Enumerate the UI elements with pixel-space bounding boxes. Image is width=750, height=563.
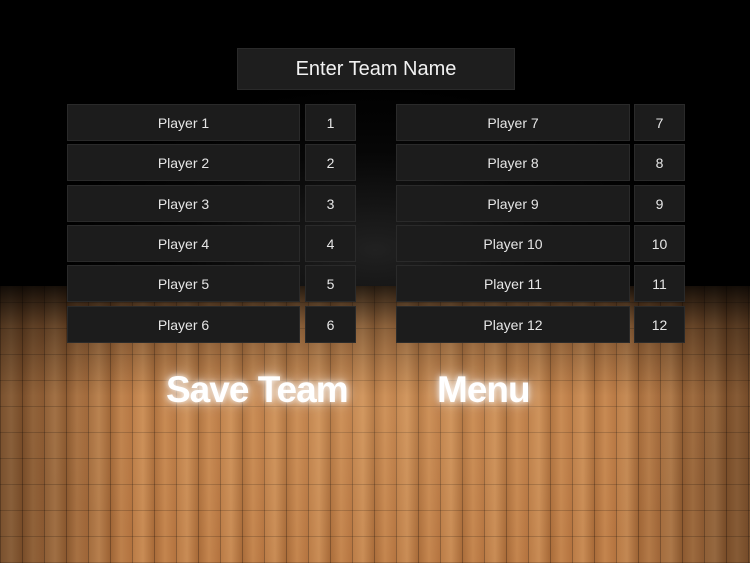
player-number-field[interactable]: 2 xyxy=(305,144,356,181)
player-number-placeholder: 12 xyxy=(651,316,668,333)
player-number-placeholder: 5 xyxy=(326,275,335,292)
team-editor-screen: Enter Team Name Player 1 1 Player 2 2 Player… xyxy=(0,0,750,563)
player-number-placeholder: 8 xyxy=(655,154,664,171)
player-number-field[interactable]: 3 xyxy=(305,185,356,222)
player-name-field[interactable]: Player 4 xyxy=(67,225,300,262)
player-name-placeholder: Player 6 xyxy=(157,316,210,333)
player-number-field[interactable]: 1 xyxy=(305,104,356,141)
player-number-placeholder: 3 xyxy=(326,195,335,212)
player-name-field[interactable]: Player 5 xyxy=(67,265,300,302)
player-name-field[interactable]: Player 12 xyxy=(396,306,630,343)
player-number-placeholder: 6 xyxy=(326,316,335,333)
player-name-placeholder: Player 9 xyxy=(487,195,539,212)
player-name-placeholder: Player 5 xyxy=(157,275,210,292)
player-name-field[interactable]: Player 9 xyxy=(396,185,630,222)
player-number-field[interactable]: 8 xyxy=(634,144,685,181)
player-name-field[interactable]: Player 7 xyxy=(396,104,630,141)
player-number-placeholder: 9 xyxy=(655,195,664,212)
player-number-field[interactable]: 7 xyxy=(634,104,685,141)
player-name-placeholder: Player 2 xyxy=(157,154,210,171)
player-number-field[interactable]: 12 xyxy=(634,306,685,343)
player-number-placeholder: 7 xyxy=(655,114,664,131)
player-number-placeholder: 4 xyxy=(326,235,335,252)
player-name-placeholder: Player 12 xyxy=(483,316,543,333)
player-name-field[interactable]: Player 10 xyxy=(396,225,630,262)
player-name-field[interactable]: Player 11 xyxy=(396,265,630,302)
player-name-field[interactable]: Player 6 xyxy=(67,306,300,343)
player-name-field[interactable]: Player 1 xyxy=(67,104,300,141)
player-name-placeholder: Player 7 xyxy=(487,114,539,131)
player-number-field[interactable]: 9 xyxy=(634,185,685,222)
player-number-placeholder: 11 xyxy=(652,275,667,292)
player-number-field[interactable]: 10 xyxy=(634,225,685,262)
player-name-field[interactable]: Player 2 xyxy=(67,144,300,181)
player-name-placeholder: Player 10 xyxy=(483,235,543,252)
player-number-field[interactable]: 5 xyxy=(305,265,356,302)
player-number-placeholder: 10 xyxy=(651,235,668,252)
player-number-placeholder: 2 xyxy=(326,154,335,171)
player-name-placeholder: Player 11 xyxy=(483,275,543,292)
save-team-button[interactable]: Save Team xyxy=(166,365,349,415)
team-name-field[interactable]: Enter Team Name xyxy=(237,48,515,90)
player-number-field[interactable]: 6 xyxy=(305,306,356,343)
player-name-placeholder: Player 1 xyxy=(157,114,210,131)
player-name-field[interactable]: Player 8 xyxy=(396,144,630,181)
player-number-placeholder: 1 xyxy=(326,114,335,131)
player-number-field[interactable]: 11 xyxy=(634,265,685,302)
player-name-placeholder: Player 3 xyxy=(157,195,210,212)
player-name-placeholder: Player 4 xyxy=(157,235,210,252)
player-name-field[interactable]: Player 3 xyxy=(67,185,300,222)
menu-button[interactable]: Menu xyxy=(437,365,531,415)
player-number-field[interactable]: 4 xyxy=(305,225,356,262)
player-name-placeholder: Player 8 xyxy=(487,154,539,171)
team-name-placeholder: Enter Team Name xyxy=(295,57,457,80)
